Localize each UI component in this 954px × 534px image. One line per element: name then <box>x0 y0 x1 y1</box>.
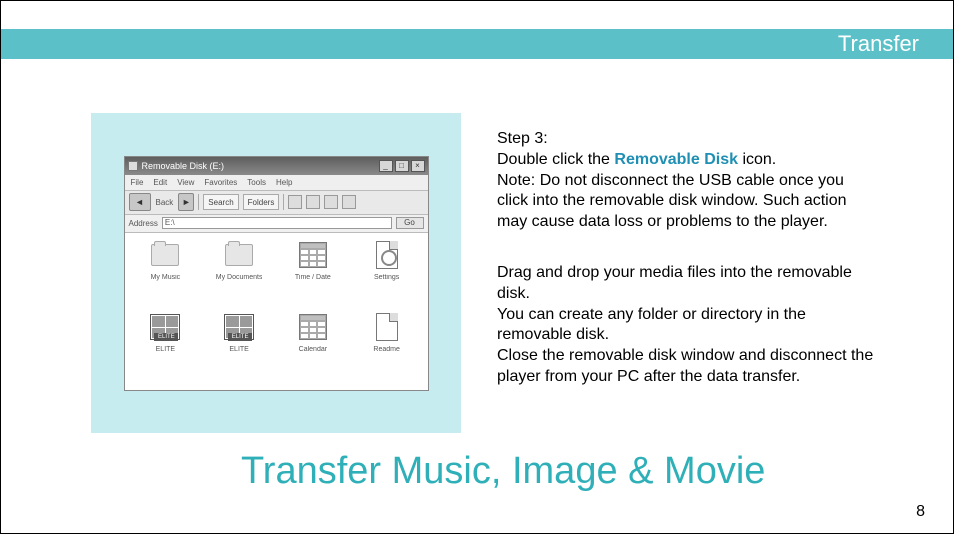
menu-favorites[interactable]: Favorites <box>204 178 237 187</box>
toolbar-icon-1[interactable] <box>288 195 302 209</box>
icon-readme[interactable]: Readme <box>350 311 424 384</box>
icon-elite-2[interactable]: ELITE ELITE <box>202 311 276 384</box>
window-body: My Music My Documents Time / Date Settin… <box>125 233 428 390</box>
window-toolbar: ◄ Back ► Search Folders <box>125 191 428 215</box>
toolbar-separator <box>198 194 199 210</box>
step-label: Step 3: <box>497 129 877 150</box>
icon-settings[interactable]: Settings <box>350 239 424 312</box>
icon-label: Time / Date <box>295 274 331 284</box>
icon-my-documents[interactable]: My Documents <box>202 239 276 312</box>
icon-my-music[interactable]: My Music <box>129 239 203 312</box>
icon-label: ELITE <box>156 346 175 356</box>
page-number: 8 <box>916 503 925 521</box>
page-title: Transfer Music, Image & Movie <box>241 450 765 493</box>
address-bar: Address E:\ Go <box>125 215 428 233</box>
menu-edit[interactable]: Edit <box>153 178 167 187</box>
window-icon <box>128 161 138 171</box>
window-titlebar: Removable Disk (E:) _ □ × <box>125 157 428 175</box>
thumbnail-icon: ELITE <box>224 314 254 340</box>
para-close-window: Close the removable disk window and disc… <box>497 346 877 388</box>
explorer-window: Removable Disk (E:) _ □ × File Edit View… <box>124 156 429 391</box>
window-menubar: File Edit View Favorites Tools Help <box>125 175 428 191</box>
search-button[interactable]: Search <box>203 194 238 210</box>
back-button[interactable]: ◄ <box>129 193 151 211</box>
menu-tools[interactable]: Tools <box>247 178 266 187</box>
screenshot-panel: Removable Disk (E:) _ □ × File Edit View… <box>91 113 461 433</box>
icon-label: My Music <box>151 274 181 284</box>
toolbar-separator-2 <box>283 194 284 210</box>
header-section-label: Transfer <box>838 29 919 59</box>
address-label: Address <box>129 219 158 228</box>
icon-elite-1[interactable]: ELITE ELITE <box>129 311 203 384</box>
icon-label: My Documents <box>216 274 263 284</box>
folder-icon <box>225 244 253 266</box>
folders-button[interactable]: Folders <box>243 194 280 210</box>
go-button[interactable]: Go <box>396 217 424 229</box>
icon-label: Settings <box>374 274 399 284</box>
menu-view[interactable]: View <box>177 178 194 187</box>
toolbar-icon-3[interactable] <box>324 195 338 209</box>
toolbar-icon-4[interactable] <box>342 195 356 209</box>
icon-label: Readme <box>373 346 399 356</box>
forward-button[interactable]: ► <box>178 193 194 211</box>
page-icon <box>376 313 398 341</box>
folder-icon <box>151 244 179 266</box>
calendar-icon <box>299 314 327 340</box>
close-button[interactable]: × <box>411 160 425 172</box>
para-create-folder: You can create any folder or directory i… <box>497 305 877 347</box>
window-title-text: Removable Disk (E:) <box>142 161 375 171</box>
step-note: Note: Do not disconnect the USB cable on… <box>497 171 877 233</box>
menu-file[interactable]: File <box>131 178 144 187</box>
menu-help[interactable]: Help <box>276 178 292 187</box>
text-fragment: Double click the <box>497 151 614 168</box>
thumbnail-icon: ELITE <box>150 314 180 340</box>
step-line-1: Double click the Removable Disk icon. <box>497 150 877 171</box>
removable-disk-highlight: Removable Disk <box>614 151 738 168</box>
toolbar-icon-2[interactable] <box>306 195 320 209</box>
text-fragment: icon. <box>738 151 776 168</box>
page-gear-icon <box>376 241 398 269</box>
address-field[interactable]: E:\ <box>162 217 392 229</box>
minimize-button[interactable]: _ <box>379 160 393 172</box>
maximize-button[interactable]: □ <box>395 160 409 172</box>
icon-time-date[interactable]: Time / Date <box>276 239 350 312</box>
calendar-icon <box>299 242 327 268</box>
icon-calendar[interactable]: Calendar <box>276 311 350 384</box>
instructions-block: Step 3: Double click the Removable Disk … <box>497 129 877 388</box>
back-label: Back <box>155 198 175 207</box>
header-band <box>1 29 953 59</box>
para-drag-drop: Drag and drop your media files into the … <box>497 263 877 305</box>
icon-label: ELITE <box>229 346 248 356</box>
icon-label: Calendar <box>299 346 327 356</box>
